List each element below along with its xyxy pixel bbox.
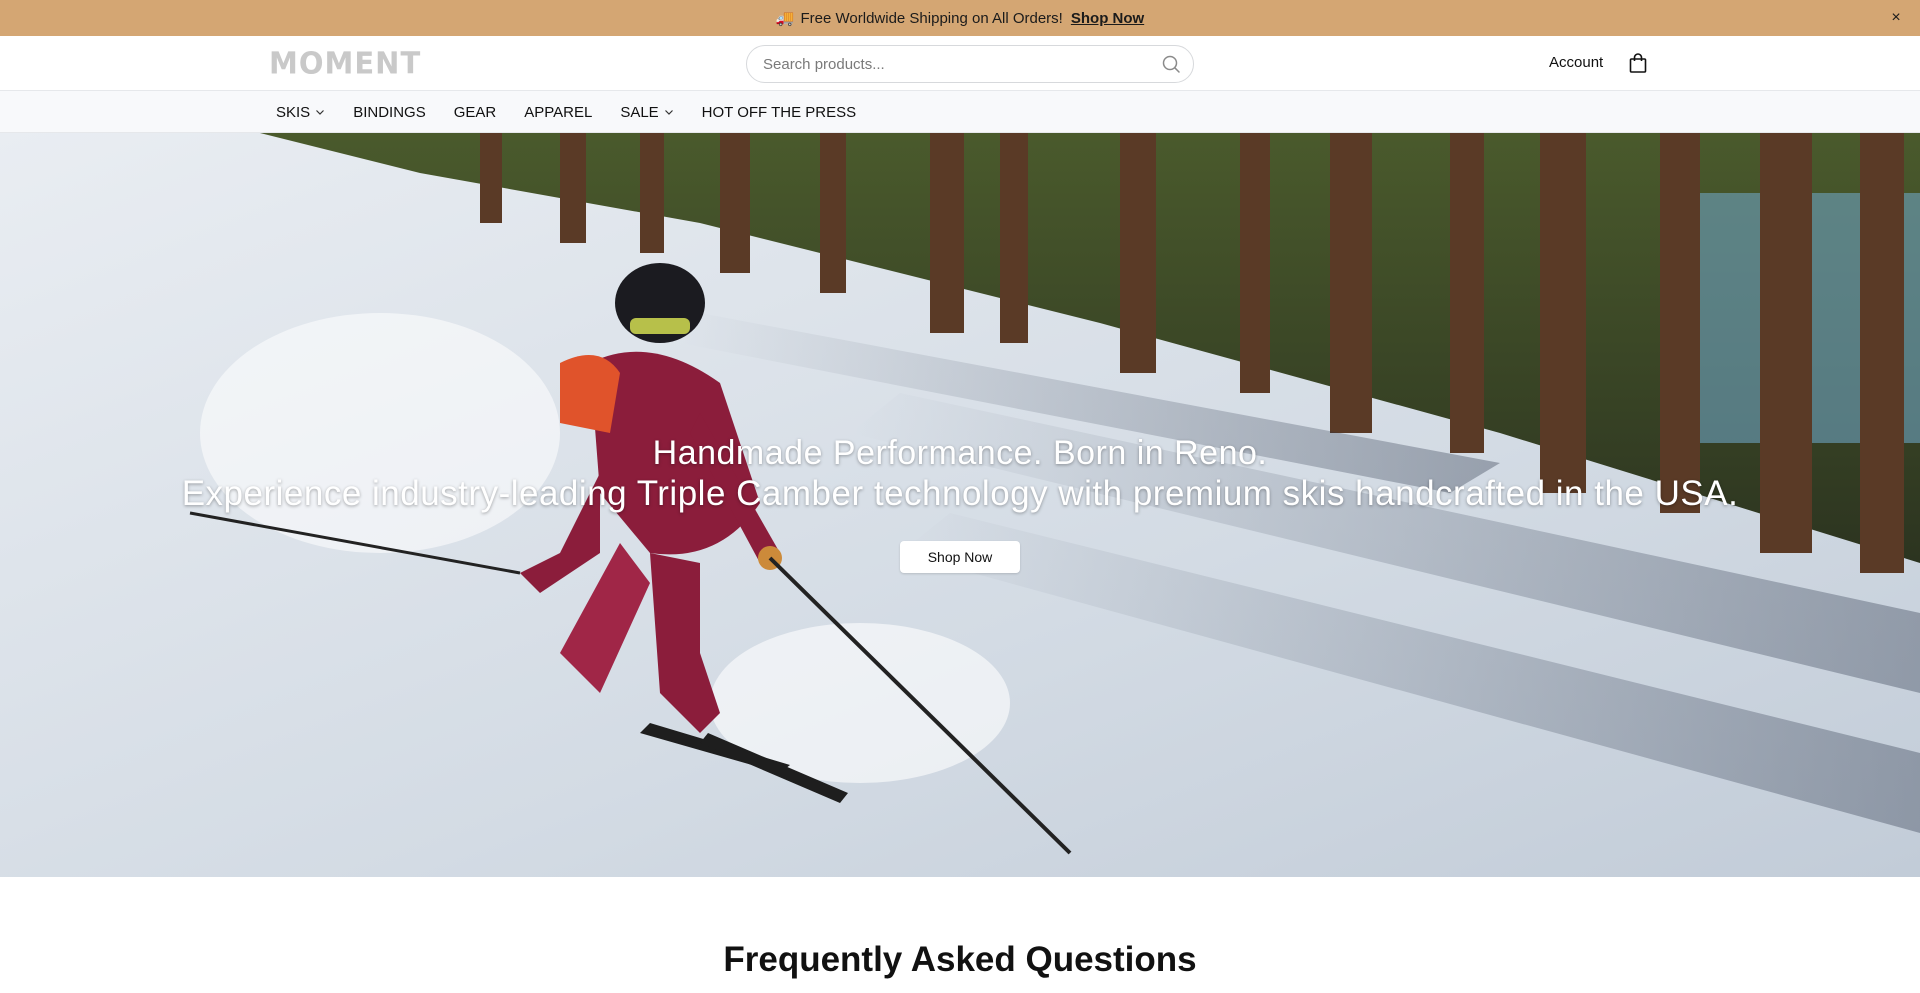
chevron-down-icon xyxy=(316,110,325,115)
announcement-bar: 🚚 Free Worldwide Shipping on All Orders!… xyxy=(0,0,1920,36)
nav-item-skis[interactable]: SKIS xyxy=(276,104,325,121)
search-input[interactable] xyxy=(763,55,1177,73)
search-box xyxy=(746,45,1194,83)
nav-item-label: SKIS xyxy=(276,103,311,121)
hero-subline: Experience industry-leading Triple Cambe… xyxy=(181,474,1739,513)
nav-item-sale[interactable]: SALE xyxy=(620,104,673,121)
announcement-text: Free Worldwide Shipping on All Orders! xyxy=(800,9,1063,27)
nav-item-label: BINDINGS xyxy=(353,103,426,121)
truck-icon: 🚚 xyxy=(775,10,795,27)
nav-item-hot-off-the-press[interactable]: HOT OFF THE PRESS xyxy=(702,104,856,121)
hero-shop-now-button[interactable]: Shop Now xyxy=(900,541,1020,573)
main-nav: SKIS BINDINGS GEAR APPAREL SALE HOT OFF … xyxy=(0,91,1920,133)
announcement-shop-now-link[interactable]: Shop Now xyxy=(1071,10,1144,27)
hero-headline: Handmade Performance. Born in Reno. xyxy=(652,434,1268,472)
close-icon[interactable]: × xyxy=(1886,8,1906,28)
nav-item-label: GEAR xyxy=(453,103,497,121)
faq-heading: Frequently Asked Questions xyxy=(723,940,1197,979)
hero-banner: Handmade Performance. Born in Reno. Expe… xyxy=(0,133,1920,877)
account-link[interactable]: Account xyxy=(1549,54,1603,71)
search-icon[interactable] xyxy=(1161,54,1181,74)
nav-item-bindings[interactable]: BINDINGS xyxy=(353,104,426,121)
nav-item-apparel[interactable]: APPAREL xyxy=(524,104,592,121)
logo[interactable]: MOMENT xyxy=(269,45,421,81)
hero-copy: Handmade Performance. Born in Reno. Expe… xyxy=(0,433,1920,515)
site-header: MOMENT Account xyxy=(0,36,1920,91)
nav-item-gear[interactable]: GEAR xyxy=(454,104,497,121)
nav-item-label: HOT OFF THE PRESS xyxy=(701,103,857,121)
chevron-down-icon xyxy=(664,110,673,115)
nav-item-label: APPAREL xyxy=(524,103,593,121)
nav-item-label: SALE xyxy=(620,103,659,121)
shopping-bag-icon[interactable] xyxy=(1628,52,1648,74)
